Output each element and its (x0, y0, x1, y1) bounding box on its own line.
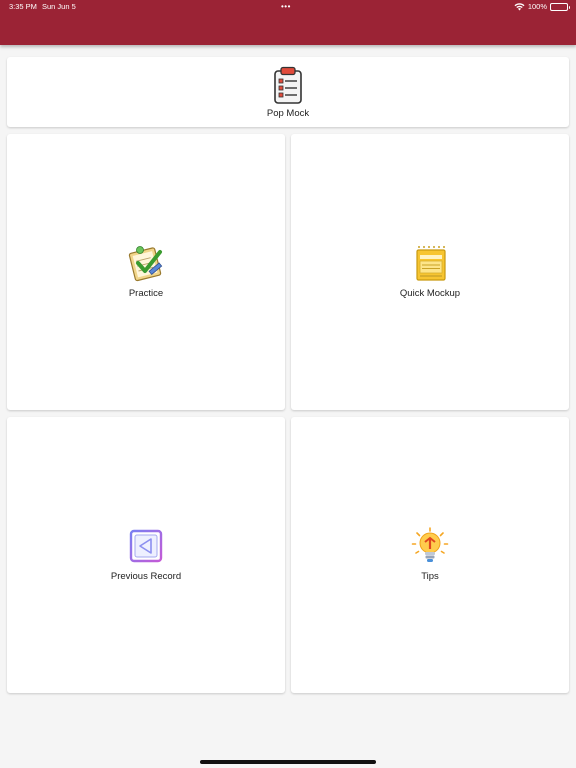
previous-record-card[interactable]: Previous Record (7, 417, 285, 693)
pop-mock-card[interactable]: Pop Mock (7, 57, 569, 127)
quick-mockup-label: Quick Mockup (399, 288, 461, 299)
home-indicator[interactable] (200, 760, 376, 764)
quick-mockup-card[interactable]: Quick Mockup (291, 134, 569, 410)
lightbulb-icon (411, 527, 449, 562)
clipboard-checklist-icon (274, 66, 302, 104)
yellow-notebook-icon (416, 246, 446, 281)
practice-label: Practice (128, 288, 164, 299)
wifi-icon (514, 3, 525, 11)
status-date: Sun Jun 5 (42, 2, 76, 11)
battery-percent: 100% (527, 2, 547, 11)
tips-label: Tips (421, 571, 439, 582)
status-right: 100% (514, 0, 570, 14)
multitasking-dots[interactable]: ••• (281, 0, 291, 14)
previous-record-label: Previous Record (110, 571, 182, 582)
status-bar: 3:35 PM Sun Jun 5 ••• 100% (0, 0, 576, 14)
tips-card[interactable]: Tips (291, 417, 569, 693)
back-arrow-square-icon (129, 529, 163, 563)
practice-card[interactable]: Practice (7, 134, 285, 410)
pop-mock-label: Pop Mock (266, 108, 310, 119)
status-time: 3:35 PM (9, 2, 37, 11)
battery-icon (550, 3, 570, 11)
checklist-pencil-icon (128, 246, 163, 282)
